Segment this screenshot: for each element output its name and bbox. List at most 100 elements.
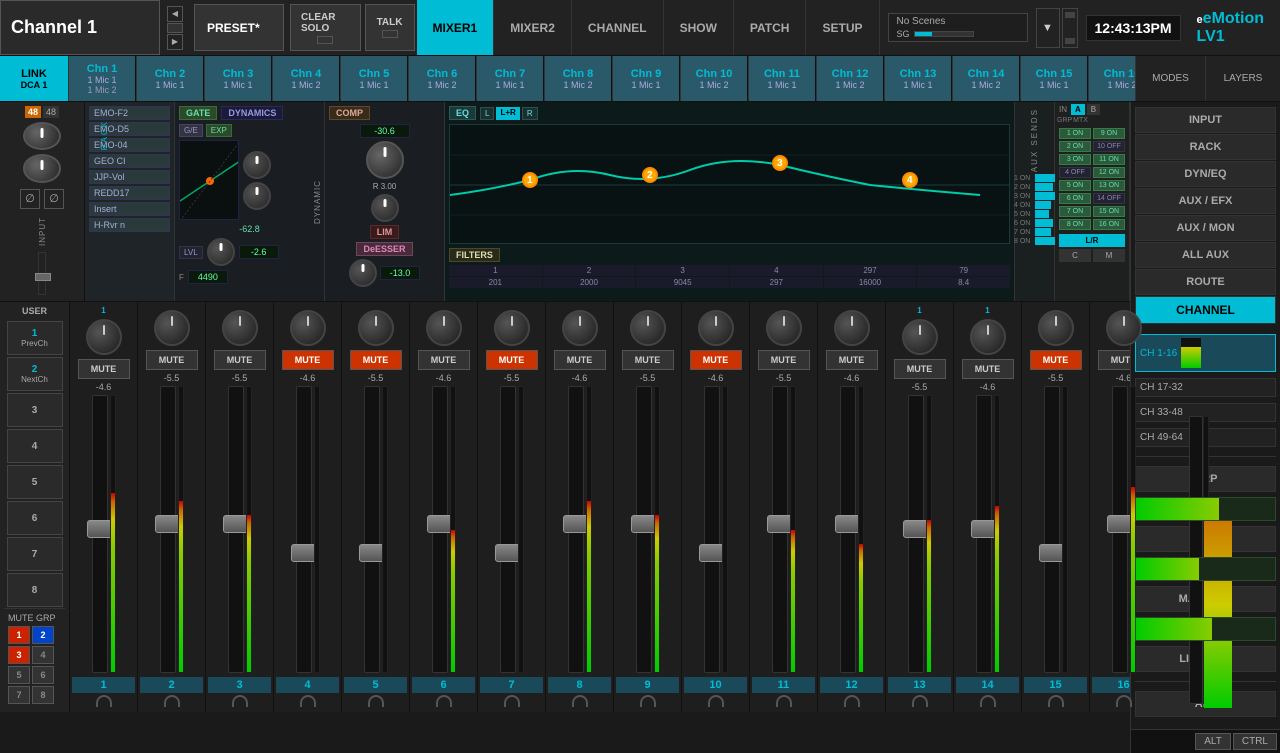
- send-7-on[interactable]: 7 ON: [1059, 206, 1091, 217]
- ch-header-11[interactable]: Chn 11 1 Mic 1: [748, 56, 816, 101]
- plugin-geo-cl[interactable]: GEO CI: [89, 154, 170, 168]
- nav-mixer1[interactable]: MIXER1: [417, 0, 495, 55]
- user-btn-2[interactable]: 2 NextCh: [7, 357, 63, 391]
- aux-efx-mode-btn[interactable]: AUX / EFX: [1135, 188, 1276, 214]
- ch-header-4[interactable]: Chn 4 1 Mic 2: [272, 56, 340, 101]
- ch-header-14[interactable]: Chn 14 1 Mic 2: [952, 56, 1020, 101]
- send-15-on[interactable]: 15 ON: [1093, 206, 1125, 217]
- strip-3-mute[interactable]: MUTE: [214, 350, 266, 370]
- rack-mode-btn[interactable]: RACK: [1135, 134, 1276, 160]
- nav-show[interactable]: SHOW: [664, 0, 734, 55]
- send-4-off[interactable]: 4 OFF: [1059, 167, 1091, 178]
- strip-13-pan[interactable]: [902, 319, 938, 355]
- send-3-on[interactable]: 3 ON: [1059, 154, 1091, 165]
- strip-6-pan[interactable]: [426, 310, 462, 346]
- send-10-off[interactable]: 10 OFF: [1093, 141, 1125, 152]
- eq-label-btn[interactable]: EQ: [449, 106, 476, 120]
- prev-btn[interactable]: ◀: [167, 6, 183, 22]
- all-aux-mode-btn[interactable]: ALL AUX: [1135, 242, 1276, 268]
- strip-5-pan[interactable]: [358, 310, 394, 346]
- nav-setup[interactable]: SETUP: [806, 0, 879, 55]
- input-mode-btn[interactable]: INPUT: [1135, 107, 1276, 133]
- comp-btn[interactable]: COMP: [329, 106, 370, 120]
- ch-header-8[interactable]: Chn 8 1 Mic 2: [544, 56, 612, 101]
- send-1-on[interactable]: 1 ON: [1059, 128, 1091, 139]
- aux-mon-mode-btn[interactable]: AUX / MON: [1135, 215, 1276, 241]
- ch-header-13[interactable]: Chn 13 1 Mic 1: [884, 56, 952, 101]
- layer-ch1-16[interactable]: CH 1-16: [1135, 334, 1276, 372]
- de-esser-knob[interactable]: [349, 259, 377, 287]
- dyneq-mode-btn[interactable]: DYN/EQ: [1135, 161, 1276, 187]
- input-fader-handle[interactable]: [35, 273, 51, 281]
- gate-threshold-knob[interactable]: [243, 151, 271, 179]
- ch-header-9[interactable]: Chn 9 1 Mic 1: [612, 56, 680, 101]
- strip-13-mute[interactable]: MUTE: [894, 359, 946, 379]
- strip-9-pan[interactable]: [630, 310, 666, 346]
- strip-1-pan[interactable]: [86, 319, 122, 355]
- ch-header-7[interactable]: Chn 7 1 Mic 1: [476, 56, 544, 101]
- strip-2-pan[interactable]: [154, 310, 190, 346]
- ch-header-5[interactable]: Chn 5 1 Mic 1: [340, 56, 408, 101]
- ctrl-btn[interactable]: CTRL: [1233, 733, 1277, 750]
- strip-10-mute[interactable]: MUTE: [690, 350, 742, 370]
- strip-11-mute[interactable]: MUTE: [758, 350, 810, 370]
- g-e-btn[interactable]: G/E: [179, 124, 203, 137]
- de-esser-btn[interactable]: DeESSER: [356, 242, 412, 256]
- routing-a-btn[interactable]: A: [1071, 104, 1085, 115]
- ch-header-6[interactable]: Chn 6 1 Mic 2: [408, 56, 476, 101]
- strip-5-mute[interactable]: MUTE: [350, 350, 402, 370]
- gate-ratio-knob[interactable]: [243, 182, 271, 210]
- strip-3-pan[interactable]: [222, 310, 258, 346]
- strip-7-pan[interactable]: [494, 310, 530, 346]
- strip-4-pan[interactable]: [290, 310, 326, 346]
- strip-12-pan[interactable]: [834, 310, 870, 346]
- m-btn[interactable]: M: [1093, 249, 1125, 262]
- strip-2-mute[interactable]: MUTE: [146, 350, 198, 370]
- ch-header-16[interactable]: Chn 16 1 Mic 2: [1088, 56, 1135, 101]
- mute-grp-3[interactable]: 3: [8, 646, 30, 664]
- send-16-on[interactable]: 16 ON: [1093, 219, 1125, 230]
- plugin-emo-f2[interactable]: EMO-F2: [89, 106, 170, 120]
- phase-btn-2[interactable]: ∅: [44, 189, 64, 209]
- strip-10-pan[interactable]: [698, 310, 734, 346]
- send-14-off[interactable]: 14 OFF: [1093, 193, 1125, 204]
- send-13-on[interactable]: 13 ON: [1093, 180, 1125, 191]
- strip-9-mute[interactable]: MUTE: [622, 350, 674, 370]
- alt-btn[interactable]: ALT: [1195, 733, 1231, 750]
- mute-grp-1[interactable]: 1: [8, 626, 30, 644]
- c-btn[interactable]: C: [1059, 249, 1091, 262]
- talk-btn[interactable]: TALK: [365, 4, 415, 51]
- lr-btn[interactable]: L/R: [1059, 234, 1125, 247]
- strip-6-mute[interactable]: MUTE: [418, 350, 470, 370]
- send-8-on[interactable]: 8 ON: [1059, 219, 1091, 230]
- send-12-on[interactable]: 12 ON: [1093, 167, 1125, 178]
- ch-header-15[interactable]: Chn 15 1 Mic 1: [1020, 56, 1088, 101]
- send-5-on[interactable]: 5 ON: [1059, 180, 1091, 191]
- strip-7-mute[interactable]: MUTE: [486, 350, 538, 370]
- input-trim-knob[interactable]: [23, 154, 61, 182]
- strip-14-pan[interactable]: [970, 319, 1006, 355]
- strip-12-mute[interactable]: MUTE: [826, 350, 878, 370]
- phase-btn-1[interactable]: ∅: [20, 189, 40, 209]
- user-btn-8[interactable]: 8: [7, 573, 63, 607]
- ch-header-2[interactable]: Chn 2 1 Mic 1: [136, 56, 204, 101]
- clear-solo-btn[interactable]: CLEAR SOLO: [290, 4, 361, 51]
- send-6-on[interactable]: 6 ON: [1059, 193, 1091, 204]
- lvl-knob[interactable]: [207, 238, 235, 266]
- plugin-insert[interactable]: Insert: [89, 202, 170, 216]
- nav-patch[interactable]: PATCH: [734, 0, 807, 55]
- comp-knob-2[interactable]: [371, 194, 399, 222]
- send-9-on[interactable]: 9 ON: [1093, 128, 1125, 139]
- strip-8-pan[interactable]: [562, 310, 598, 346]
- mute-grp-4[interactable]: 4: [32, 646, 54, 664]
- strip-15-pan[interactable]: [1038, 310, 1074, 346]
- comp-knob-1[interactable]: [366, 141, 404, 179]
- eq-r-btn[interactable]: R: [522, 107, 538, 120]
- channel-mode-btn[interactable]: CHANNEL: [1135, 296, 1276, 324]
- input-gain-knob[interactable]: [23, 122, 61, 150]
- strip-15-mute[interactable]: MUTE: [1030, 350, 1082, 370]
- exp-btn[interactable]: EXP: [206, 124, 232, 137]
- mute-grp-8[interactable]: 8: [32, 686, 54, 704]
- eq-l-btn[interactable]: L: [480, 107, 494, 120]
- strip-4-mute[interactable]: MUTE: [282, 350, 334, 370]
